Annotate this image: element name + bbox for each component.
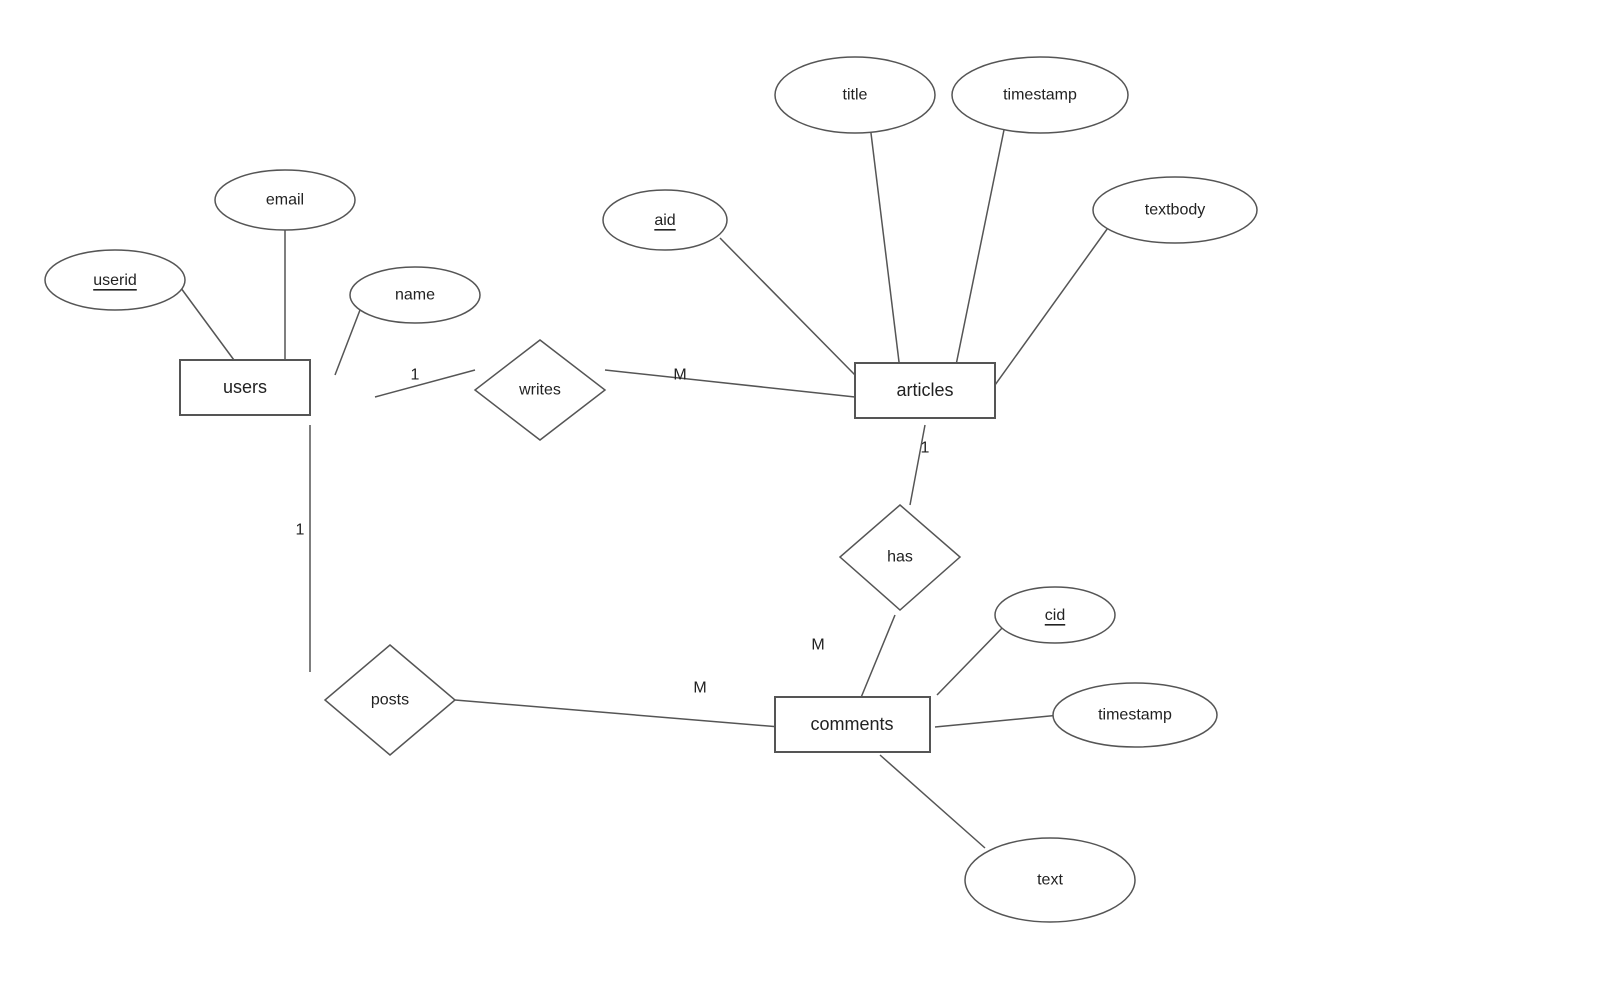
relationship-writes-label: writes: [518, 382, 561, 399]
entity-articles-label: articles: [896, 380, 953, 400]
cardinality-has-articles: 1: [921, 440, 930, 457]
entity-users-label: users: [223, 377, 267, 397]
connector-textbody-articles: [995, 225, 1110, 385]
connector-cid-comments: [937, 625, 1005, 695]
connector-aid-articles: [720, 238, 855, 375]
relationship-posts-label: posts: [371, 692, 409, 709]
attr-userid-label: userid: [93, 272, 137, 289]
attr-email-label: email: [266, 192, 304, 209]
attr-textbody-label: textbody: [1145, 202, 1205, 219]
attr-name-label: name: [395, 287, 435, 304]
cardinality-has-comments: M: [811, 637, 824, 654]
relationship-has-label: has: [887, 549, 913, 566]
connector-articles-has: [910, 425, 925, 505]
connector-users-writes: [375, 370, 475, 397]
connector-name-users: [335, 310, 360, 375]
attr-text-label: text: [1037, 872, 1063, 889]
cardinality-posts-users: 1: [296, 522, 305, 539]
attr-timestamp-comments-label: timestamp: [1098, 707, 1172, 724]
connector-timestamp-comments: [935, 715, 1060, 727]
connector-title-articles: [870, 125, 900, 370]
connector-has-comments: [860, 615, 895, 700]
connector-writes-articles: [605, 370, 855, 397]
cardinality-posts-comments: M: [693, 680, 706, 697]
er-diagram: users articles comments writes has posts…: [0, 0, 1606, 998]
attr-title-label: title: [843, 87, 868, 104]
entity-comments-label: comments: [810, 714, 893, 734]
cardinality-writes-articles: M: [673, 367, 686, 384]
attr-cid-label: cid: [1045, 607, 1065, 624]
attr-timestamp-articles-label: timestamp: [1003, 87, 1077, 104]
connector-posts-comments: [455, 700, 780, 727]
connector-timestamp-articles: [955, 125, 1005, 370]
cardinality-writes-users: 1: [411, 367, 420, 384]
attr-aid-label: aid: [654, 212, 675, 229]
connector-text-comments: [880, 755, 985, 848]
